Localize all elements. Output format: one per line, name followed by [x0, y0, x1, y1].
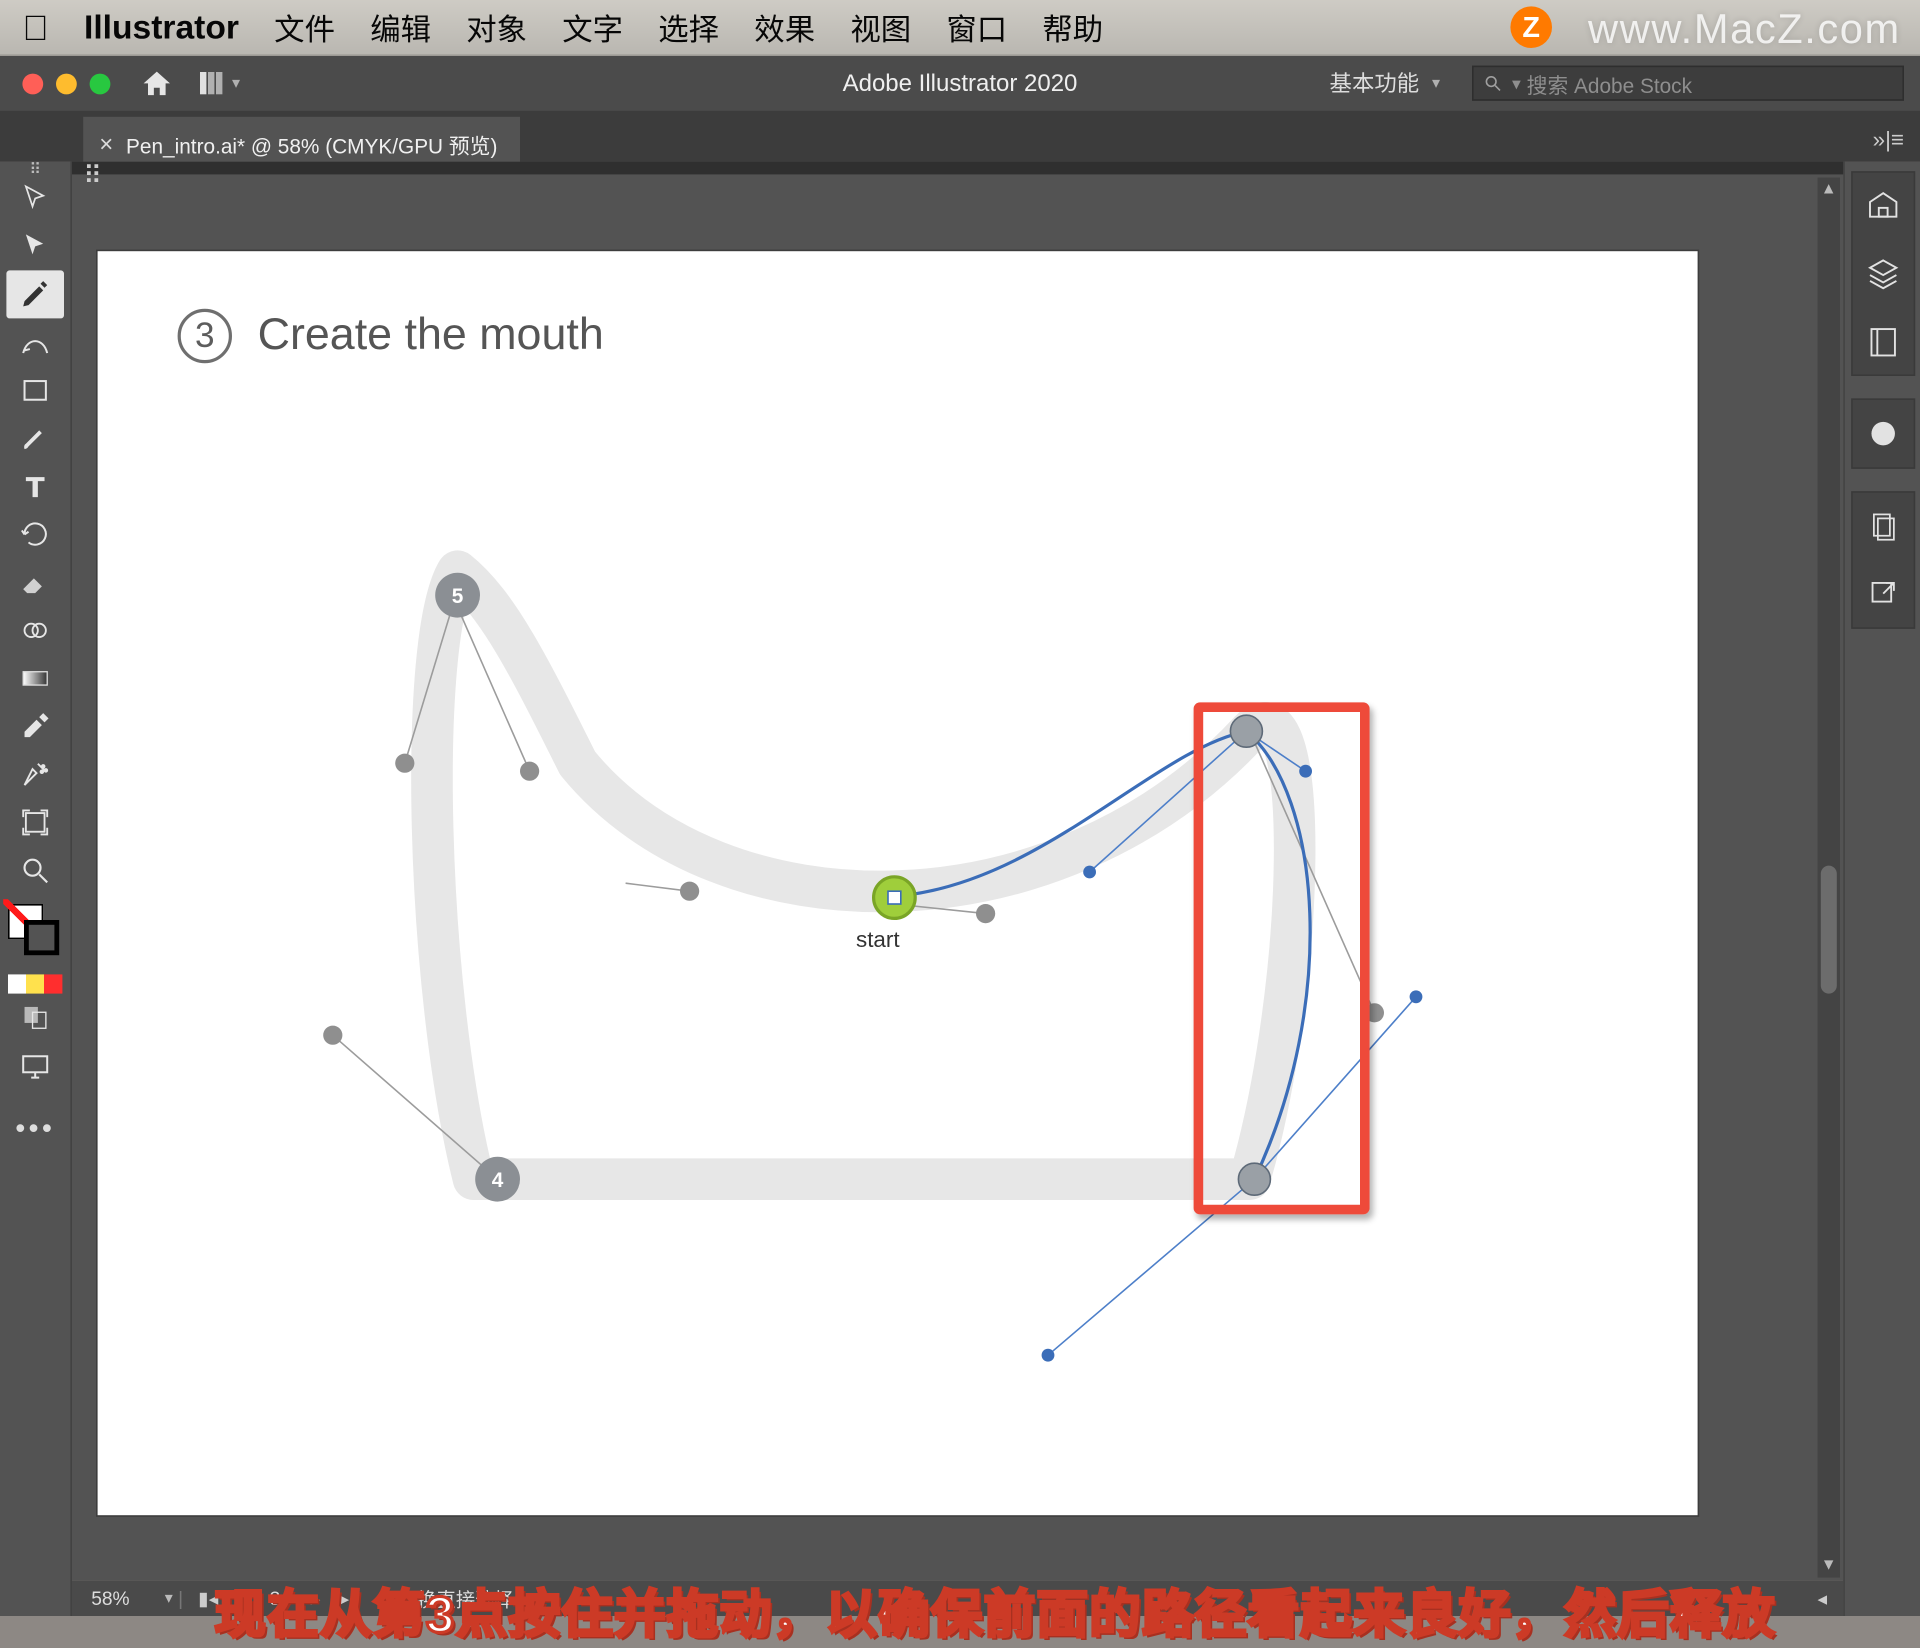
asset-export-panel-icon[interactable]: [1850, 493, 1914, 560]
menu-edit[interactable]: 编辑: [370, 6, 431, 49]
export-panel-icon[interactable]: [1850, 560, 1914, 627]
search-placeholder: 搜索 Adobe Stock: [1527, 68, 1692, 98]
rectangle-tool[interactable]: [6, 366, 64, 414]
layers-panel-icon[interactable]: [1850, 240, 1914, 307]
toolbar-grip-icon: ⠿: [29, 162, 41, 175]
traffic-lights: [0, 73, 110, 94]
color-mode-swatches[interactable]: [8, 974, 62, 993]
apple-menu-icon[interactable]: : [22, 10, 48, 45]
artboard-tool[interactable]: [6, 798, 64, 846]
drawing-layer[interactable]: 5 4: [98, 251, 1698, 1515]
scroll-up-icon[interactable]: ▲: [1821, 181, 1837, 199]
document-tab-label: Pen_intro.ai* @ 58% (CMYK/GPU 预览): [126, 129, 497, 159]
app-menu[interactable]: Illustrator: [84, 9, 239, 47]
svg-text:4: 4: [492, 1169, 504, 1192]
start-label: start: [856, 926, 900, 952]
toolbar: ⠿ •••: [0, 162, 72, 1616]
scrollbar-thumb[interactable]: [1821, 866, 1837, 994]
paintbrush-tool[interactable]: [6, 414, 64, 462]
appearance-panel-icon[interactable]: [1850, 400, 1914, 467]
draw-mode-icon[interactable]: [6, 994, 64, 1042]
menu-object[interactable]: 对象: [466, 6, 527, 49]
type-tool[interactable]: [6, 462, 64, 510]
menu-help[interactable]: 帮助: [1042, 6, 1103, 49]
stroke-color-swatch[interactable]: [24, 920, 59, 955]
watermark-text: www.MacZ.com: [1588, 5, 1901, 55]
direct-selection-tool[interactable]: [6, 222, 64, 270]
window-minimize-button[interactable]: [56, 73, 77, 94]
tabbar-overflow-icon[interactable]: »|≡: [1873, 126, 1904, 152]
menu-window[interactable]: 窗口: [946, 6, 1007, 49]
chevron-down-icon: ▾: [232, 74, 240, 92]
menu-file[interactable]: 文件: [274, 6, 335, 49]
chevron-down-icon: ▾: [1432, 74, 1440, 92]
pen-tool[interactable]: [6, 270, 64, 318]
zoom-tool[interactable]: [6, 846, 64, 894]
control-bar-grip-icon: ⠿: [83, 160, 102, 192]
watermark-badge: Z: [1510, 6, 1552, 48]
scroll-down-icon[interactable]: ▼: [1821, 1557, 1837, 1575]
control-bar: ⠿: [72, 162, 1843, 175]
canvas-viewport[interactable]: 3 Create the mouth: [72, 162, 1843, 1581]
menu-effect[interactable]: 效果: [754, 6, 815, 49]
panel-dock: [1843, 162, 1920, 1616]
workspace-label: 基本功能: [1330, 67, 1420, 99]
libraries-panel-icon[interactable]: [1850, 307, 1914, 374]
window-zoom-button[interactable]: [90, 73, 111, 94]
document-tabbar: × Pen_intro.ai* @ 58% (CMYK/GPU 预览) »|≡: [0, 110, 1920, 161]
app-titlebar: ▾ Adobe Illustrator 2020 基本功能 ▾ ▾ 搜索 Ado…: [0, 56, 1920, 110]
menu-type[interactable]: 文字: [562, 6, 623, 49]
point-badge-4: 4: [475, 1157, 520, 1202]
fill-stroke-swatches[interactable]: [8, 904, 62, 968]
artboard[interactable]: 3 Create the mouth: [98, 251, 1698, 1515]
edit-toolbar-button[interactable]: •••: [15, 1112, 55, 1146]
point-badge-5: 5: [435, 573, 480, 618]
app-title: Adobe Illustrator 2020: [843, 70, 1078, 97]
close-tab-icon[interactable]: ×: [99, 130, 113, 157]
window-close-button[interactable]: [22, 73, 43, 94]
eraser-tool[interactable]: [6, 558, 64, 606]
rotate-tool[interactable]: [6, 510, 64, 558]
properties-panel-icon[interactable]: [1850, 173, 1914, 240]
eyedropper-tool[interactable]: [6, 702, 64, 750]
document-tab[interactable]: × Pen_intro.ai* @ 58% (CMYK/GPU 预览): [83, 117, 520, 162]
adobe-stock-search[interactable]: ▾ 搜索 Adobe Stock: [1472, 66, 1904, 101]
vertical-scrollbar[interactable]: ▲ ▼: [1818, 178, 1840, 1578]
tutorial-narration: 现在从第3点按住并拖动，以确保前面的路径看起来良好，然后释放: [70, 1574, 1920, 1648]
screen-mode-icon[interactable]: [6, 1042, 64, 1090]
template-stroke: [432, 571, 1295, 1179]
workspace-switcher[interactable]: 基本功能 ▾: [1330, 67, 1440, 99]
red-callout-box: [1194, 702, 1370, 1214]
arrange-documents-button[interactable]: ▾: [200, 72, 238, 94]
svg-text:5: 5: [452, 585, 464, 608]
selection-tool[interactable]: [6, 174, 64, 222]
gradient-tool[interactable]: [6, 654, 64, 702]
symbol-sprayer-tool[interactable]: [6, 750, 64, 798]
home-icon[interactable]: [139, 67, 174, 99]
start-anchor[interactable]: [874, 877, 916, 919]
shape-builder-tool[interactable]: [6, 606, 64, 654]
menu-select[interactable]: 选择: [658, 6, 719, 49]
menu-view[interactable]: 视图: [850, 6, 911, 49]
curvature-tool[interactable]: [6, 318, 64, 366]
macos-menubar:  Illustrator 文件 编辑 对象 文字 选择 效果 视图 窗口 帮助…: [0, 0, 1920, 56]
